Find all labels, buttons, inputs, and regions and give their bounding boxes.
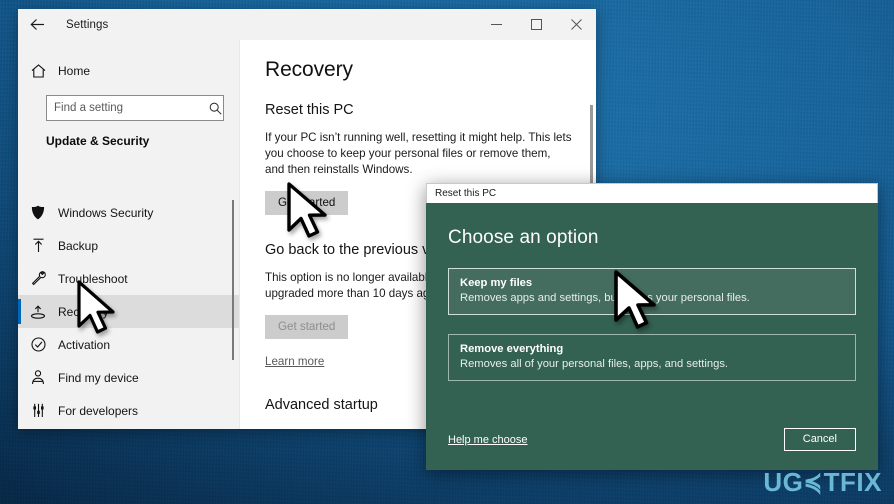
sidebar-item-label: Find my device	[58, 370, 139, 385]
option-title: Remove everything	[460, 343, 564, 355]
reset-dialog-footer: Help me choose Cancel	[448, 428, 856, 451]
locate-device-icon	[18, 370, 58, 385]
recovery-icon	[18, 304, 58, 319]
sidebar-nav-list: Windows Security Backup Troubleshoot Rec…	[18, 196, 239, 427]
sidebar-item-home[interactable]: Home	[18, 54, 239, 88]
sidebar-item-label: For developers	[58, 403, 139, 418]
sidebar-item-label: Windows Security	[58, 205, 154, 220]
back-arrow-icon[interactable]	[18, 9, 56, 40]
reset-this-pc-dialog: Reset this PC Choose an option Keep my f…	[426, 183, 878, 470]
choose-an-option-heading: Choose an option	[448, 227, 599, 248]
option-remove-everything[interactable]: Remove everything Removes all of your pe…	[448, 334, 856, 381]
desktop-background: Settings Home Find a setting Update & Se…	[0, 0, 894, 504]
option-description: Removes all of your personal files, apps…	[460, 358, 729, 370]
developer-tools-icon	[18, 403, 58, 418]
sidebar-section-header: Update & Security	[46, 134, 150, 148]
reset-pc-get-started-button[interactable]: Get started	[265, 191, 349, 215]
search-input[interactable]	[47, 102, 208, 114]
backup-upload-icon	[18, 238, 58, 253]
section-body-reset-this-pc: If your PC isn’t running well, resetting…	[265, 131, 572, 176]
minimize-icon[interactable]	[476, 9, 516, 40]
settings-title-bar: Settings	[18, 9, 596, 40]
sidebar-item-windows-security[interactable]: Windows Security	[18, 196, 239, 229]
watermark-part-b: TFIX	[823, 467, 882, 497]
settings-sidebar: Home Update & Security	[18, 40, 240, 429]
window-controls	[476, 9, 596, 40]
option-description: Removes apps and settings, but keeps you…	[460, 292, 750, 304]
sidebar-item-find-my-device[interactable]: Find my device	[18, 361, 239, 394]
reset-dialog-title-bar: Reset this PC	[426, 183, 878, 203]
page-title: Recovery	[265, 58, 353, 81]
watermark-part-a: UG	[763, 467, 804, 497]
learn-more-link[interactable]: Learn more	[265, 355, 324, 368]
sidebar-item-for-developers[interactable]: For developers	[18, 394, 239, 427]
sidebar-item-label: Troubleshoot	[58, 271, 128, 286]
sidebar-item-label: Home	[58, 64, 91, 78]
wrench-icon	[18, 271, 58, 286]
sidebar-item-activation[interactable]: Activation	[18, 328, 239, 361]
cancel-button[interactable]: Cancel	[783, 428, 856, 451]
sidebar-item-troubleshoot[interactable]: Troubleshoot	[18, 262, 239, 295]
help-me-choose-link[interactable]: Help me choose	[448, 434, 528, 446]
sidebar-item-recovery[interactable]: Recovery	[18, 295, 239, 328]
check-circle-icon	[18, 337, 58, 352]
sidebar-item-backup[interactable]: Backup	[18, 229, 239, 262]
reset-dialog-body: Choose an option Keep my files Removes a…	[426, 203, 878, 470]
ugetfix-watermark: UG ≼ TFIX	[763, 467, 882, 498]
sidebar-item-label: Activation	[58, 337, 111, 352]
maximize-icon[interactable]	[516, 9, 556, 40]
home-icon	[18, 64, 58, 78]
sidebar-item-label: Backup	[58, 238, 99, 253]
search-icon[interactable]	[208, 102, 223, 115]
shield-icon	[18, 205, 58, 220]
sidebar-scrollbar[interactable]	[232, 200, 234, 360]
option-title: Keep my files	[460, 277, 533, 289]
watermark-part-e: ≼	[804, 467, 823, 497]
option-keep-my-files[interactable]: Keep my files Removes apps and settings,…	[448, 268, 856, 315]
go-back-get-started-button: Get started	[265, 315, 349, 339]
section-heading-reset-this-pc: Reset this PC	[265, 102, 354, 118]
search-box[interactable]	[46, 95, 224, 121]
sidebar-item-label: Recovery	[58, 304, 109, 319]
close-icon[interactable]	[556, 9, 596, 40]
settings-title-label: Settings	[66, 18, 109, 31]
